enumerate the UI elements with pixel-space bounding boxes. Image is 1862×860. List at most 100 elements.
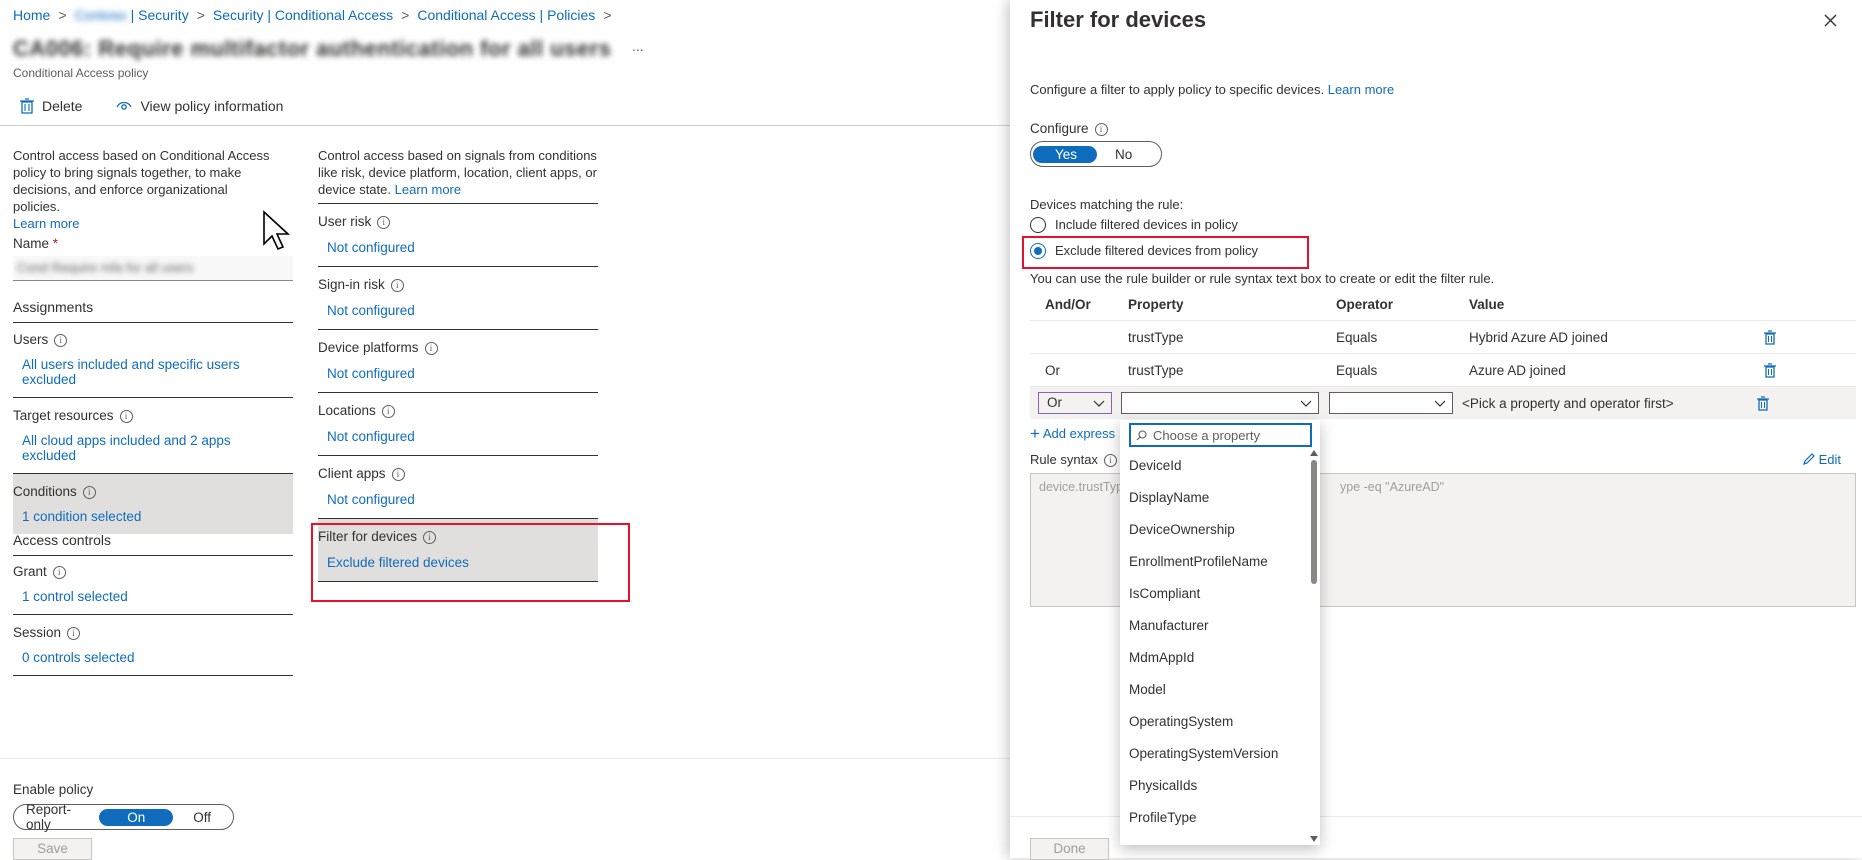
eye-icon [116,101,133,110]
info-icon[interactable]: i [54,334,68,347]
condition-value-link[interactable]: Not configured [327,240,415,255]
breadcrumb-policies[interactable]: Conditional Access | Policies [417,7,595,23]
scrollbar-thumb[interactable] [1311,460,1317,584]
property-option[interactable]: OperatingSystem [1120,706,1308,738]
dropdown-scrollbar[interactable] [1309,450,1319,842]
condition-user-risk[interactable]: User risk i Not configured [318,204,598,267]
delete-button[interactable]: Delete [20,98,82,114]
value-cell: Hybrid Azure AD joined [1469,329,1608,345]
info-icon[interactable]: i [424,342,438,355]
add-expression-button[interactable]: + Add express [1030,424,1115,444]
matching-label: Devices matching the rule: [1030,197,1184,212]
property-option[interactable]: IsCompliant [1120,578,1308,610]
property-option[interactable]: PhysicalIds [1120,770,1308,802]
condition-value-link[interactable]: Not configured [327,303,415,318]
trash-icon[interactable] [1764,362,1776,378]
scroll-up-icon[interactable] [1310,450,1318,456]
condition-label: Device platforms i [318,330,598,355]
configure-yes-option[interactable]: Yes [1033,145,1098,163]
assignments-heading: Assignments [13,299,293,323]
highlight-box [1022,236,1309,269]
include-radio[interactable]: Include filtered devices in policy [1030,217,1238,233]
condition-value-link[interactable]: Not configured [327,492,415,507]
column-header: Operator [1336,296,1394,312]
panel-learn-more-link[interactable]: Learn more [1328,82,1394,97]
delete-label: Delete [42,98,83,114]
info-icon[interactable]: i [391,468,405,481]
property-search-input[interactable]: Choose a property [1129,423,1312,447]
assignments-section: Users i All users included and specific u… [13,331,293,534]
info-icon[interactable]: i [67,627,81,640]
andor-cell: Or [1045,362,1060,378]
breadcrumb-conditional-access[interactable]: Security | Conditional Access [213,7,393,23]
session-value-link[interactable]: 0 controls selected [22,650,135,665]
policy-description-text: Control access based on Conditional Acce… [13,148,270,214]
property-option[interactable]: DeviceOwnership [1120,514,1308,546]
mouse-cursor-icon [263,210,291,251]
property-option[interactable]: DeviceId [1120,450,1308,482]
users-value-link[interactable]: All users included and specific users ex… [22,357,240,387]
info-icon[interactable]: i [1103,454,1117,467]
property-option[interactable]: ProfileType [1120,802,1308,834]
done-button[interactable]: Done [1030,838,1109,860]
property-option[interactable]: Manufacturer [1120,610,1308,642]
conditions-row[interactable]: Conditions i 1 condition selected [13,474,293,534]
condition-label: Locations i [318,393,598,418]
info-icon[interactable]: i [1094,123,1108,136]
condition-device-platforms[interactable]: Device platforms i Not configured [318,330,598,393]
table-row-editing[interactable]: Or <Pick a property and operator first> [1030,387,1856,419]
operator-select[interactable] [1329,392,1453,414]
table-row[interactable]: trustType Equals Hybrid Azure AD joined [1030,321,1856,354]
property-option[interactable]: MdmAppId [1120,642,1308,674]
report-only-option[interactable]: Report-only [16,801,99,833]
conditions-learn-more-link[interactable]: Learn more [395,182,461,197]
condition-value-link[interactable]: Not configured [327,429,415,444]
andor-select[interactable]: Or [1038,392,1112,414]
chevron-right-icon: > [58,7,67,23]
users-row: Users i All users included and specific u… [13,331,293,398]
info-icon[interactable]: i [381,405,395,418]
target-resources-value-link[interactable]: All cloud apps included and 2 apps exclu… [22,433,231,463]
info-icon[interactable]: i [390,279,404,292]
save-button[interactable]: Save [13,838,92,860]
configure-no-option[interactable]: No [1097,146,1150,163]
learn-more-link[interactable]: Learn more [13,216,79,231]
breadcrumb-home[interactable]: Home [13,7,50,23]
condition-value-link[interactable]: Not configured [327,366,415,381]
info-icon[interactable]: i [119,410,133,423]
property-option[interactable]: EnrollmentProfileName [1120,546,1308,578]
info-icon[interactable]: i [377,216,391,229]
configure-label: Configure i [1030,121,1108,136]
on-option[interactable]: On [99,808,174,826]
more-actions-button[interactable]: ... [632,38,644,54]
scroll-down-icon[interactable] [1310,836,1318,842]
edit-syntax-button[interactable]: Edit [1802,452,1841,467]
condition-label: Sign-in risk i [318,267,598,292]
property-option[interactable]: OperatingSystemVersion [1120,738,1308,770]
condition-sign-in-risk[interactable]: Sign-in risk i Not configured [318,267,598,330]
name-input[interactable]: Cond Require mfa for all users [13,256,293,281]
property-option[interactable]: DisplayName [1120,482,1308,514]
info-icon[interactable]: i [52,566,66,579]
info-icon[interactable]: i [82,486,96,499]
condition-locations[interactable]: Locations i Not configured [318,393,598,456]
grant-value-link[interactable]: 1 control selected [22,589,128,604]
radio-icon[interactable] [1030,217,1046,233]
trash-icon[interactable] [1764,329,1776,345]
view-policy-info-button[interactable]: View policy information [116,98,283,114]
enable-policy-toggle[interactable]: Report-only On Off [13,801,234,833]
configure-toggle[interactable]: Yes No [1030,141,1162,167]
property-select[interactable] [1121,392,1319,414]
property-option[interactable]: Model [1120,674,1308,706]
close-icon[interactable] [1824,14,1837,27]
include-radio-label: Include filtered devices in policy [1055,217,1238,232]
page-title: CA006: Require multifactor authenticatio… [13,36,612,61]
session-row: Session i 0 controls selected [13,615,293,676]
off-option[interactable]: Off [173,809,231,826]
conditions-value-link[interactable]: 1 condition selected [22,509,141,524]
condition-client-apps[interactable]: Client apps i Not configured [318,456,598,519]
trash-icon[interactable] [1757,395,1769,411]
table-row[interactable]: Or trustType Equals Azure AD joined [1030,354,1856,387]
breadcrumb-tenant-security[interactable]: Contoso | Security [75,7,189,23]
target-resources-row: Target resources i All cloud apps include… [13,398,293,474]
